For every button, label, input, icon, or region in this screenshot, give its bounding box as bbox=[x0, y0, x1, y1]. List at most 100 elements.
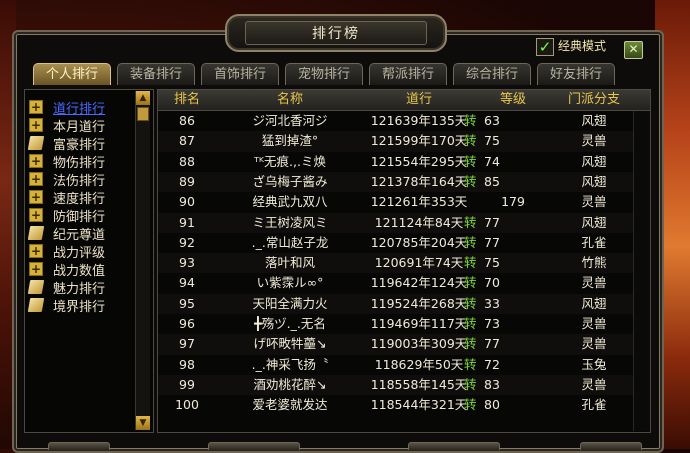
level-cell: 85 bbox=[484, 173, 500, 189]
rank-cell: 100 bbox=[175, 397, 199, 413]
category-scrollbar[interactable]: ▲ ▼ bbox=[135, 91, 150, 430]
faction-cell: 灵兽 bbox=[581, 376, 607, 392]
daoxing-cell: 120691年74天 bbox=[374, 255, 464, 271]
book-icon bbox=[27, 280, 45, 294]
name-cell: ._.常山赵子龙 bbox=[251, 234, 329, 250]
faction-cell: 风翅 bbox=[581, 295, 607, 311]
table-row[interactable]: 86 ジ河北香河ジ 121639年135天转 63 风翅 bbox=[158, 111, 650, 131]
faction-cell: 风翅 bbox=[581, 214, 607, 230]
plus-icon: + bbox=[29, 190, 43, 204]
close-button[interactable]: ✕ bbox=[624, 41, 643, 59]
daoxing-cell: 121554年295天 bbox=[370, 153, 468, 169]
faction-cell: 灵兽 bbox=[581, 275, 607, 291]
category-item[interactable]: 纪元尊道 bbox=[27, 224, 106, 243]
rank-cell: 96 bbox=[179, 316, 195, 331]
name-cell: ᵀᴷ无痕.,.ミ焕 bbox=[254, 153, 326, 169]
category-item[interactable]: + 战力评级 bbox=[29, 242, 106, 261]
category-item[interactable]: + 战力数值 bbox=[29, 260, 106, 279]
tab-4[interactable]: 宠物排行 bbox=[285, 63, 363, 85]
tier-icon: 转 bbox=[464, 214, 477, 230]
rank-cell: 88 bbox=[179, 153, 195, 169]
tab-6[interactable]: 综合排行 bbox=[453, 63, 531, 85]
table-row[interactable]: 97 げ吥畋牪蘲↘ 119003年309天转 77 灵兽 bbox=[158, 334, 650, 355]
table-row[interactable]: 99 酒劝桃花醉↘ 118558年145天转 83 灵兽 bbox=[158, 374, 650, 396]
category-label: 战力数值 bbox=[53, 263, 106, 279]
tab-7[interactable]: 好友排行 bbox=[537, 63, 615, 85]
category-item[interactable]: + 本月道行 bbox=[29, 116, 105, 135]
category-item[interactable]: + 速度排行 bbox=[29, 188, 106, 207]
name-cell: ざ乌梅子酱み bbox=[252, 173, 328, 189]
category-item[interactable]: 魅力排行 bbox=[27, 278, 106, 297]
table-row[interactable]: 92 ._.常山赵子龙 120785年204天转 77 孔雀 bbox=[158, 233, 650, 253]
column-header: 门派分支 bbox=[567, 92, 620, 107]
table-row[interactable]: 100 爱老婆就发达 118544年321天转 80 孔雀 bbox=[158, 395, 650, 415]
category-item[interactable]: 境界排行 bbox=[27, 296, 106, 315]
table-row[interactable]: 93 落叶和风 120691年74天转 75 竹熊 bbox=[158, 253, 650, 274]
book-icon bbox=[27, 136, 45, 150]
table-row[interactable]: 95 天阳全满力火 119524年268天转 33 风翅 bbox=[158, 293, 650, 314]
table-row[interactable]: 98 ._.神采飞扬〝 118629年50天转 72 玉兔 bbox=[158, 355, 650, 375]
bottom-bar bbox=[20, 442, 660, 450]
category-label: 魅力排行 bbox=[53, 281, 106, 297]
level-cell: 77 bbox=[484, 214, 500, 230]
table-row[interactable]: 88 ᵀᴷ无痕.,.ミ焕 121554年295天转 74 风翅 bbox=[158, 152, 650, 172]
scroll-down-icon[interactable]: ▼ bbox=[136, 416, 150, 430]
table-row[interactable]: 87 猛到掉渣° 121599年170天转 75 灵兽 bbox=[158, 131, 650, 152]
faction-cell: 灵兽 bbox=[581, 194, 607, 210]
title-plate: 排行榜 bbox=[225, 14, 447, 52]
table-row[interactable]: 94 い紫霂ル∞° 119642年124天转 70 灵兽 bbox=[158, 273, 650, 293]
ranking-table: 排名 名称 道行 等级 门派分支 86 ジ河北香河ジ 121639年135天转 63 风翅 87 猛… bbox=[157, 89, 651, 433]
name-cell: 猛到掉渣° bbox=[261, 133, 319, 149]
classic-mode-checkbox[interactable]: ✓ bbox=[536, 38, 554, 56]
table-row[interactable]: 91 ミ王树凌风ミ 121124年84天转 77 风翅 bbox=[158, 212, 650, 233]
category-label: 战力评级 bbox=[53, 245, 106, 261]
window-title: 排行榜 bbox=[245, 21, 427, 45]
table-row[interactable]: 96 ╋殇ヅ._.无名 119469年117天转 73 灵兽 bbox=[158, 314, 650, 334]
faction-cell: 风翅 bbox=[581, 113, 607, 128]
level-cell: 63 bbox=[484, 113, 500, 128]
category-item[interactable]: 富豪排行 bbox=[27, 134, 105, 153]
tab-1[interactable]: 个人排行 bbox=[33, 63, 111, 85]
table-header: 排名 名称 道行 等级 门派分支 bbox=[158, 90, 650, 111]
tier-icon: 转 bbox=[464, 113, 477, 128]
category-item[interactable]: + 物伤排行 bbox=[29, 152, 105, 171]
tier-icon: 转 bbox=[464, 356, 477, 372]
checkmark-icon: ✓ bbox=[538, 38, 552, 56]
category-label: 速度排行 bbox=[53, 191, 106, 207]
column-header: 等级 bbox=[499, 92, 526, 107]
table-row[interactable]: 90 经典武九双八 121261年353天 179 灵兽 bbox=[158, 192, 650, 212]
column-header: 道行 bbox=[405, 92, 432, 107]
tab-5[interactable]: 帮派排行 bbox=[369, 63, 447, 85]
category-label: 境界排行 bbox=[53, 299, 106, 315]
rank-cell: 90 bbox=[179, 194, 195, 210]
plus-icon: + bbox=[29, 100, 43, 114]
daoxing-cell: 118558年145天 bbox=[370, 376, 468, 392]
daoxing-cell: 121261年353天 bbox=[370, 194, 468, 210]
close-icon: ✕ bbox=[628, 42, 639, 56]
table-row[interactable]: 89 ざ乌梅子酱み 121378年164天转 85 风翅 bbox=[158, 171, 650, 193]
rank-cell: 89 bbox=[179, 173, 195, 189]
rank-cell: 87 bbox=[179, 133, 195, 149]
tab-3[interactable]: 首饰排行 bbox=[201, 63, 279, 85]
category-item[interactable]: + 防御排行 bbox=[29, 206, 105, 225]
scroll-thumb[interactable] bbox=[137, 107, 149, 121]
category-label: 纪元尊道 bbox=[53, 227, 106, 243]
level-cell: 33 bbox=[484, 295, 500, 311]
category-item[interactable]: + 道行排行 bbox=[29, 98, 105, 117]
name-cell: い紫霂ル∞° bbox=[256, 275, 324, 291]
level-cell: 75 bbox=[484, 133, 500, 149]
name-cell: 酒劝桃花醉↘ bbox=[253, 376, 327, 392]
daoxing-cell: 119524年268天 bbox=[370, 295, 468, 311]
tab-2[interactable]: 装备排行 bbox=[117, 63, 195, 85]
tier-icon: 转 bbox=[464, 173, 477, 189]
plus-icon: + bbox=[29, 262, 43, 276]
category-item[interactable]: + 法伤排行 bbox=[29, 170, 106, 189]
faction-cell: 风翅 bbox=[581, 173, 607, 189]
daoxing-cell: 121124年84天 bbox=[374, 214, 464, 230]
scroll-up-icon[interactable]: ▲ bbox=[136, 91, 150, 105]
category-label: 法伤排行 bbox=[53, 173, 106, 189]
table-scrollbar-track[interactable] bbox=[633, 111, 650, 431]
tier-icon: 转 bbox=[464, 336, 477, 352]
rank-cell: 98 bbox=[179, 356, 195, 372]
rank-cell: 92 bbox=[179, 234, 195, 250]
